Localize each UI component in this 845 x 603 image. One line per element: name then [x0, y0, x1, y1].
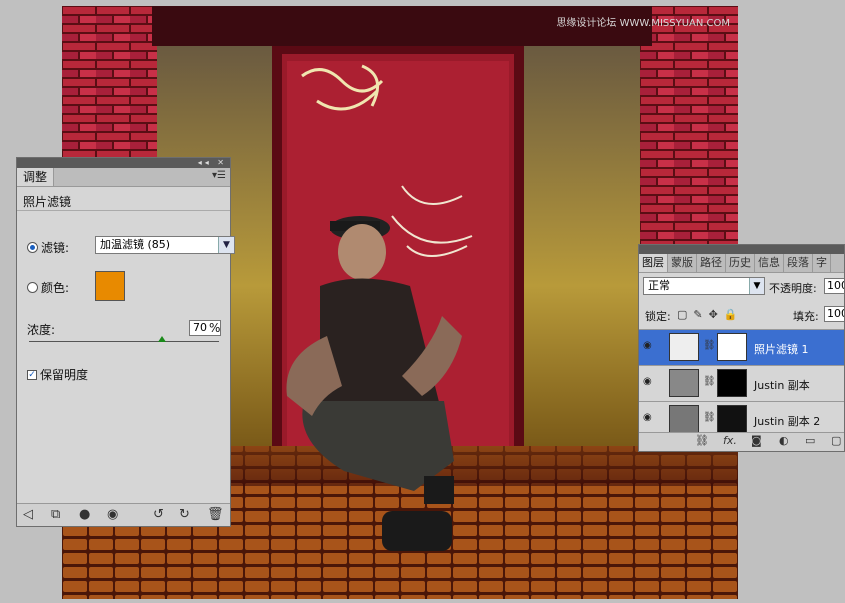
watermark-text: 思缘设计论坛 WWW.MISSYUAN.COM — [556, 18, 730, 29]
density-slider[interactable] — [29, 336, 219, 342]
color-label: 颜色: — [41, 281, 70, 295]
trash-icon[interactable]: 🗑 — [207, 507, 224, 522]
layer-thumbnail — [669, 369, 699, 397]
lock-label: 锁定: — [645, 310, 671, 323]
adjustment-layer-icon[interactable]: ◐ — [779, 434, 789, 447]
layer-row[interactable]: ◉ ⛓ Justin 副本 — [639, 365, 844, 401]
layer-mask-thumbnail[interactable] — [717, 333, 747, 361]
color-option[interactable]: 颜色: — [27, 279, 69, 296]
layer-name[interactable]: Justin 副本 2 — [754, 413, 820, 429]
filter-select-value: 加温滤镜 (85) — [100, 238, 171, 251]
tab-history[interactable]: 历史 — [726, 254, 755, 272]
view-previous-icon[interactable]: ↺ — [153, 507, 164, 522]
filter-select[interactable]: 加温滤镜 (85) ▼ — [95, 236, 235, 254]
color-swatch[interactable] — [95, 271, 125, 301]
layer-mask-thumbnail[interactable] — [717, 405, 747, 433]
new-layer-icon[interactable]: ▢ — [831, 434, 841, 447]
panel-titlebar[interactable]: ◂◂ ✕ — [17, 158, 230, 168]
layer-mask-thumbnail[interactable] — [717, 369, 747, 397]
opacity-label: 不透明度: — [769, 282, 817, 295]
expand-view-icon[interactable]: ⧉ — [51, 507, 60, 522]
adjustments-panel: ◂◂ ✕ 调整 ▾☰ 照片滤镜 滤镜: 加温滤镜 (85) ▼ 颜色: 浓度: … — [16, 157, 235, 527]
tab-layers[interactable]: 图层 — [639, 254, 668, 272]
back-arrow-icon[interactable]: ◁ — [23, 507, 33, 522]
tab-info[interactable]: 信息 — [755, 254, 784, 272]
visibility-eye-icon[interactable]: ◉ — [643, 376, 657, 390]
link-chain-icon[interactable]: ⛓ — [703, 376, 716, 387]
layers-bottom-toolbar: ⛓ fx. ◙ ◐ ▭ ▢ — [639, 432, 844, 451]
fill-label: 填充: — [793, 310, 819, 323]
density-label: 浓度: — [27, 323, 56, 337]
new-group-icon[interactable]: ▭ — [805, 434, 815, 447]
reset-icon[interactable]: ↻ — [179, 507, 190, 522]
layer-name[interactable]: 照片滤镜 1 — [754, 341, 809, 357]
link-chain-icon[interactable]: ⛓ — [703, 340, 716, 351]
filter-label: 滤镜: — [41, 241, 70, 255]
panel-tabbar: 调整 ▾☰ — [17, 168, 230, 187]
link-chain-icon[interactable]: ⛓ — [703, 412, 716, 423]
tab-character[interactable]: 字 — [813, 254, 831, 272]
layers-titlebar[interactable] — [639, 245, 844, 254]
blend-mode-select[interactable]: 正常 ▼ — [643, 277, 765, 295]
add-mask-icon[interactable]: ◙ — [751, 434, 762, 447]
layers-tabbar: 图层 蒙版 路径 历史 信息 段落字 — [639, 254, 844, 273]
tab-paths[interactable]: 路径 — [697, 254, 726, 272]
filter-option[interactable]: 滤镜: — [27, 239, 69, 256]
panel-collapse-close-icons[interactable]: ◂◂ ✕ — [198, 158, 227, 168]
layer-name[interactable]: Justin 副本 — [754, 377, 810, 393]
preserve-label: 保留明度 — [40, 368, 89, 382]
adjustment-layer-icon — [669, 333, 699, 361]
chevron-down-icon[interactable]: ▼ — [749, 278, 764, 294]
link-layers-icon[interactable]: ⛓ — [695, 434, 709, 447]
tab-adjustments[interactable]: 调整 — [17, 168, 55, 186]
lock-icons[interactable]: ▢✎✥🔒 — [677, 308, 744, 321]
opacity-input[interactable]: 100% — [824, 278, 844, 294]
filter-radio[interactable] — [27, 242, 38, 253]
color-radio[interactable] — [27, 282, 38, 293]
preserve-checkbox[interactable]: ✓ — [27, 369, 37, 380]
divider — [17, 210, 230, 211]
fx-icon[interactable]: fx. — [723, 434, 737, 447]
clip-layer-icon[interactable]: ● — [79, 507, 90, 522]
layer-thumbnail — [669, 405, 699, 433]
chevron-down-icon[interactable]: ▼ — [218, 237, 234, 253]
layers-panel: 图层蒙版路径历史信息段落字 正常 ▼ 不透明度: 100% 锁定: ▢✎✥🔒 填… — [638, 244, 845, 452]
preserve-luminosity-option[interactable]: ✓ 保留明度 — [27, 366, 88, 383]
panel-menu-icon[interactable]: ▾☰ — [212, 170, 226, 181]
tab-paragraph[interactable]: 段落 — [784, 254, 813, 272]
fill-input[interactable]: 100% — [824, 306, 844, 322]
visibility-eye-icon[interactable]: ◉ — [107, 507, 118, 522]
layer-row[interactable]: ◉ ⛓ 照片滤镜 1 — [639, 329, 844, 365]
density-slider-thumb[interactable] — [158, 336, 166, 342]
density-unit: % — [209, 321, 221, 335]
tab-masks[interactable]: 蒙版 — [668, 254, 697, 272]
panel-bottom-toolbar: ◁ ⧉ ● ◉ ↺ ↻ 🗑 — [17, 503, 230, 526]
visibility-eye-icon[interactable]: ◉ — [643, 412, 657, 426]
blend-mode-value: 正常 — [648, 279, 670, 292]
visibility-eye-icon[interactable]: ◉ — [643, 340, 657, 354]
